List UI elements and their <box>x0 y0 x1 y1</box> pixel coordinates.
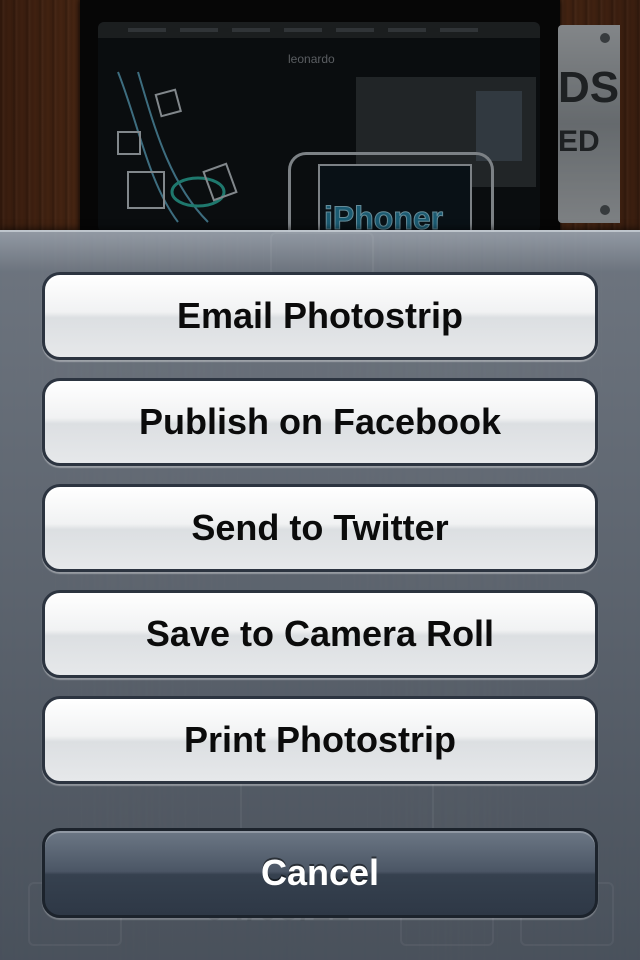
app-screen: leonardo iPhoner DS ED Email Photostrip … <box>0 0 640 960</box>
save-camera-roll-button[interactable]: Save to Camera Roll <box>42 590 598 678</box>
send-twitter-button[interactable]: Send to Twitter <box>42 484 598 572</box>
publish-facebook-button[interactable]: Publish on Facebook <box>42 378 598 466</box>
print-photostrip-button[interactable]: Print Photostrip <box>42 696 598 784</box>
cancel-button[interactable]: Cancel <box>42 828 598 918</box>
ghost-element <box>270 232 374 276</box>
email-photostrip-button[interactable]: Email Photostrip <box>42 272 598 360</box>
